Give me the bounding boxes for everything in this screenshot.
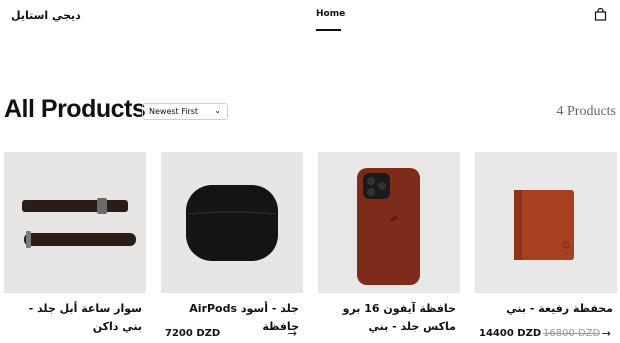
arrow-right-icon[interactable]: →: [602, 327, 611, 340]
product-image[interactable]: [4, 152, 146, 293]
sort-select[interactable]: Newest First ⌄: [142, 103, 228, 120]
product-count: 4 Products: [556, 104, 617, 119]
product-card[interactable]: سوار ساعة أبل جلد - بني داكن: [4, 152, 146, 343]
product-price: 14400 DZD: [479, 328, 542, 339]
product-old-price: 16800 DZD: [543, 328, 601, 339]
product-card[interactable]: محفظة رفيعة - بني 14400 DZD 16800 DZD →: [475, 152, 617, 343]
product-card[interactable]: حافظة آيفون 16 برو ماكس جلد - بني: [318, 152, 460, 343]
site-header: ديجي استايل Home: [0, 0, 620, 31]
page-title: All Products: [4, 95, 146, 123]
product-image[interactable]: [475, 152, 617, 293]
product-price: 7200 DZD: [165, 328, 221, 339]
nav-home[interactable]: Home: [316, 9, 345, 19]
sort-selected-value: Newest First: [149, 107, 199, 116]
product-image[interactable]: [318, 152, 460, 293]
chevron-down-icon: ⌄: [214, 106, 221, 115]
product-name[interactable]: سوار ساعة أبل جلد - بني داكن: [8, 300, 142, 336]
arrow-right-icon[interactable]: →: [288, 327, 297, 340]
product-image[interactable]: [161, 152, 303, 293]
nav-active-underline: [316, 29, 341, 31]
shopping-bag-icon[interactable]: [594, 8, 607, 21]
product-name[interactable]: محفظة رفيعة - بني: [479, 300, 613, 318]
product-name[interactable]: حافظة آيفون 16 برو ماكس جلد - بني: [322, 300, 456, 336]
logo[interactable]: ديجي استايل: [11, 9, 81, 22]
product-card[interactable]: جلد - أسود AirPods حافظة 7200 DZD →: [161, 152, 303, 343]
